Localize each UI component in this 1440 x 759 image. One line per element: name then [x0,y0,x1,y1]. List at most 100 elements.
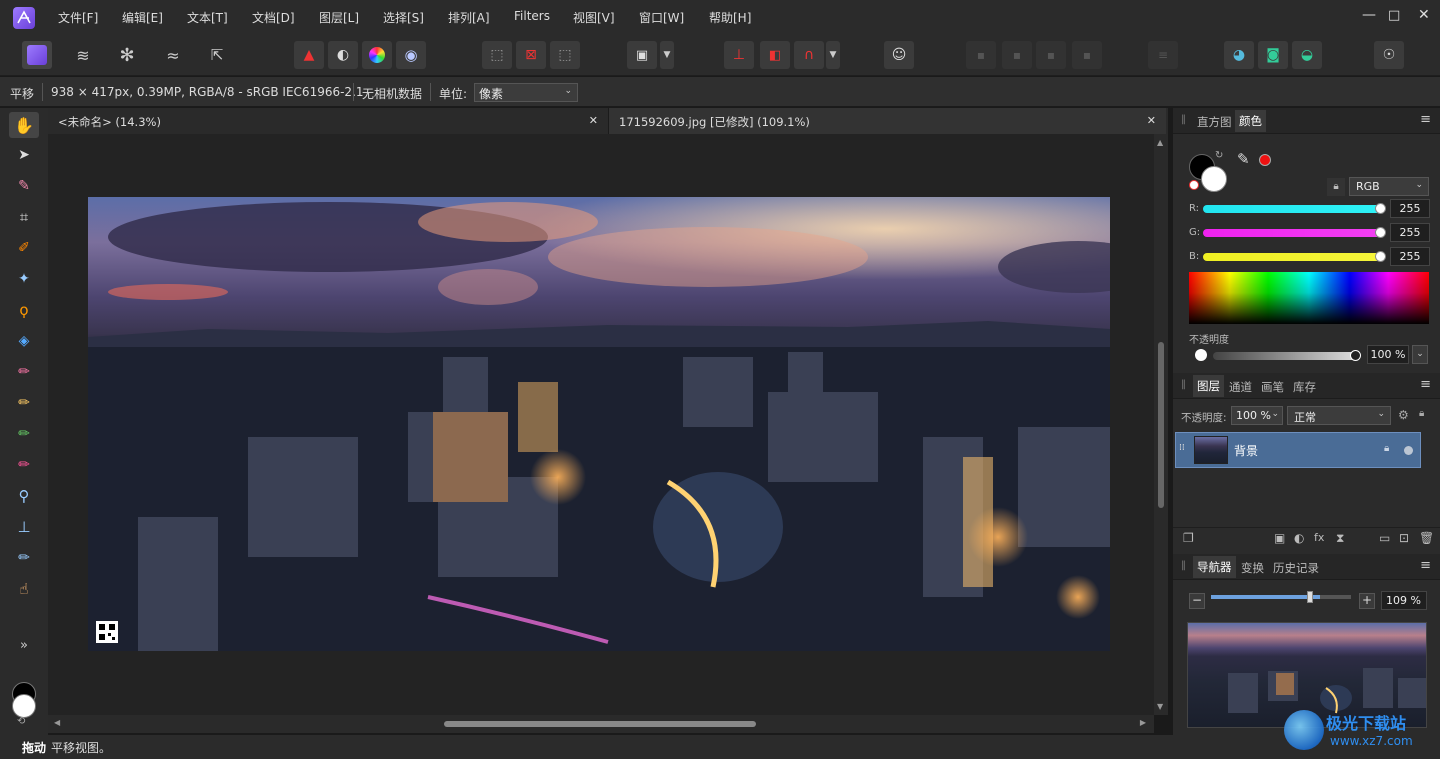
adjustment-layer-icon[interactable]: ◐ [1294,531,1304,545]
assistant-button[interactable]: ☺ [884,41,914,69]
horizontal-scroll-thumb[interactable] [444,721,756,727]
vertical-scroll-thumb[interactable] [1158,342,1164,508]
layer-row-background[interactable]: ⁞⁞ 背景 🔒︎ [1175,432,1421,468]
layer-visibility-toggle[interactable] [1404,446,1413,455]
menu-window[interactable]: 窗口[W] [639,9,684,26]
canvas-area[interactable] [48,134,1154,715]
auto-contrast-button[interactable]: ◐ [328,41,358,69]
magnet-snapping-button[interactable]: ∩ [794,41,824,69]
auto-white-balance-button[interactable]: ◉ [396,41,426,69]
zoom-value-field[interactable]: 109 % [1381,591,1427,610]
photo-persona-button[interactable] [22,41,52,69]
menu-arrange[interactable]: 排列[A] [448,9,490,26]
menu-view[interactable]: 视图[V] [573,9,615,26]
crop-tool[interactable]: ⌗ [9,204,39,230]
red-eye-tool[interactable]: ☝ [9,576,39,602]
horizontal-scrollbar[interactable]: ◀ ▶ [48,715,1154,733]
liquify-persona-button[interactable]: ≋ [68,41,98,69]
insert-behind-button[interactable]: ◕ [1224,41,1254,69]
tab-untitled[interactable]: <未命名> (14.3%) ✕ [48,108,608,134]
maximize-button[interactable]: □ [1388,8,1400,23]
menu-select[interactable]: 选择[S] [383,9,424,26]
tab-color[interactable]: 颜色 [1235,110,1266,132]
opacity-slider[interactable] [1213,352,1357,360]
color-picker-tool[interactable]: ✎ [9,173,39,199]
account-button[interactable]: ☉ [1374,41,1404,69]
insert-top-button[interactable]: ◙ [1258,41,1288,69]
tab-171592609[interactable]: 171592609.jpg [已修改] (109.1%) ✕ [608,108,1166,134]
gear-icon[interactable]: ⚙ [1398,408,1409,422]
tab-history[interactable]: 历史记录 [1273,560,1319,576]
live-filter-icon[interactable]: fx [1314,531,1324,544]
swap-colors-icon[interactable]: ⟲ [17,716,25,727]
no-color-icon[interactable] [1189,180,1199,190]
zoom-slider[interactable] [1211,595,1351,599]
more-tools-button[interactable]: » [9,632,39,658]
zoom-out-button[interactable]: − [1189,593,1205,609]
g-slider-knob[interactable] [1375,227,1386,238]
lock-icon[interactable]: 🔒︎ [1419,408,1424,419]
clone-brush-tool[interactable]: ⊥ [9,514,39,540]
scroll-up-icon[interactable]: ▲ [1157,138,1163,147]
insert-inside-button[interactable]: ◒ [1292,41,1322,69]
zoom-in-button[interactable]: + [1359,593,1375,609]
b-slider-knob[interactable] [1375,251,1386,262]
tone-mapping-persona-button[interactable]: ≈ [158,41,188,69]
erase-brush-tool[interactable]: ✏ [9,390,39,416]
menu-document[interactable]: 文档[D] [252,9,295,26]
menu-edit[interactable]: 编辑[E] [122,9,163,26]
g-channel-slider[interactable] [1203,229,1381,237]
opacity-value-field[interactable]: 100 % [1367,345,1409,364]
b-channel-slider[interactable] [1203,253,1381,261]
menu-filters[interactable]: Filters [514,9,550,23]
unit-select[interactable]: 像素 ⌄ [474,83,578,102]
eyedropper-icon[interactable]: ✎ [1237,150,1250,168]
scroll-right-icon[interactable]: ▶ [1140,718,1146,727]
delete-layer-icon[interactable]: 🗑︎ [1419,531,1434,545]
r-channel-slider[interactable] [1203,205,1381,213]
auto-colors-button[interactable] [362,41,392,69]
vertical-scrollbar[interactable]: ▲ ▼ [1154,134,1168,715]
minimize-button[interactable]: — [1362,7,1376,23]
view-tool[interactable]: ✋ [9,112,39,138]
close-button[interactable]: ✕ [1418,7,1430,23]
snapping-dropdown[interactable]: ▼ [826,41,840,69]
zoom-slider-knob[interactable] [1307,591,1313,603]
add-group-icon[interactable]: ▭ [1379,531,1390,545]
move-tool[interactable]: ➤ [9,142,39,168]
lock-icon[interactable]: 🔒︎ [1327,178,1345,196]
document-image[interactable] [88,197,1110,651]
quick-mask-dropdown[interactable]: ▼ [660,41,674,69]
tab-navigator[interactable]: 导航器 [1193,556,1236,578]
tab-stock[interactable]: 库存 [1293,379,1316,395]
move-to-back-button[interactable]: ▪ [966,41,996,69]
flood-select-tool[interactable]: ✦ [9,266,39,292]
scroll-down-icon[interactable]: ▼ [1157,702,1163,711]
add-mask-icon[interactable]: ▣ [1274,531,1285,545]
invert-selection-button[interactable]: ⬚ [550,41,580,69]
move-to-front-button[interactable]: ▪ [1072,41,1102,69]
move-forward-one-button[interactable]: ▪ [1036,41,1066,69]
opacity-slider-knob[interactable] [1350,350,1361,361]
freehand-selection-tool[interactable]: ϙ [9,297,39,323]
color-spectrum[interactable] [1189,272,1429,324]
levels-button[interactable]: ▲ [294,41,324,69]
stroke-color-well[interactable] [1201,166,1227,192]
selection-brush-tool[interactable]: ✐ [9,235,39,261]
blend-mode-select[interactable]: 正常 ⌄ [1287,406,1391,425]
opacity-dropdown[interactable]: ⌄ [1412,345,1428,364]
move-back-one-button[interactable]: ▪ [1002,41,1032,69]
menu-layer[interactable]: 图层[L] [319,9,359,26]
deselect-button[interactable]: ⊠ [516,41,546,69]
zoom-tool[interactable]: ⚲ [9,483,39,509]
tab-brushes[interactable]: 画笔 [1261,379,1284,395]
layer-options-icon[interactable]: ❐ [1183,531,1194,545]
panel-menu-icon[interactable]: ≡ [1420,112,1431,127]
export-persona-button[interactable]: ⇱ [202,41,232,69]
develop-persona-button[interactable]: ✻ [112,41,142,69]
r-value-field[interactable]: 255 [1390,199,1430,218]
close-icon[interactable]: ✕ [589,114,598,127]
drag-handle-icon[interactable]: ⁞⁞ [1179,443,1185,453]
select-all-button[interactable]: ⬚ [482,41,512,69]
secondary-color-swatch[interactable] [12,694,36,718]
